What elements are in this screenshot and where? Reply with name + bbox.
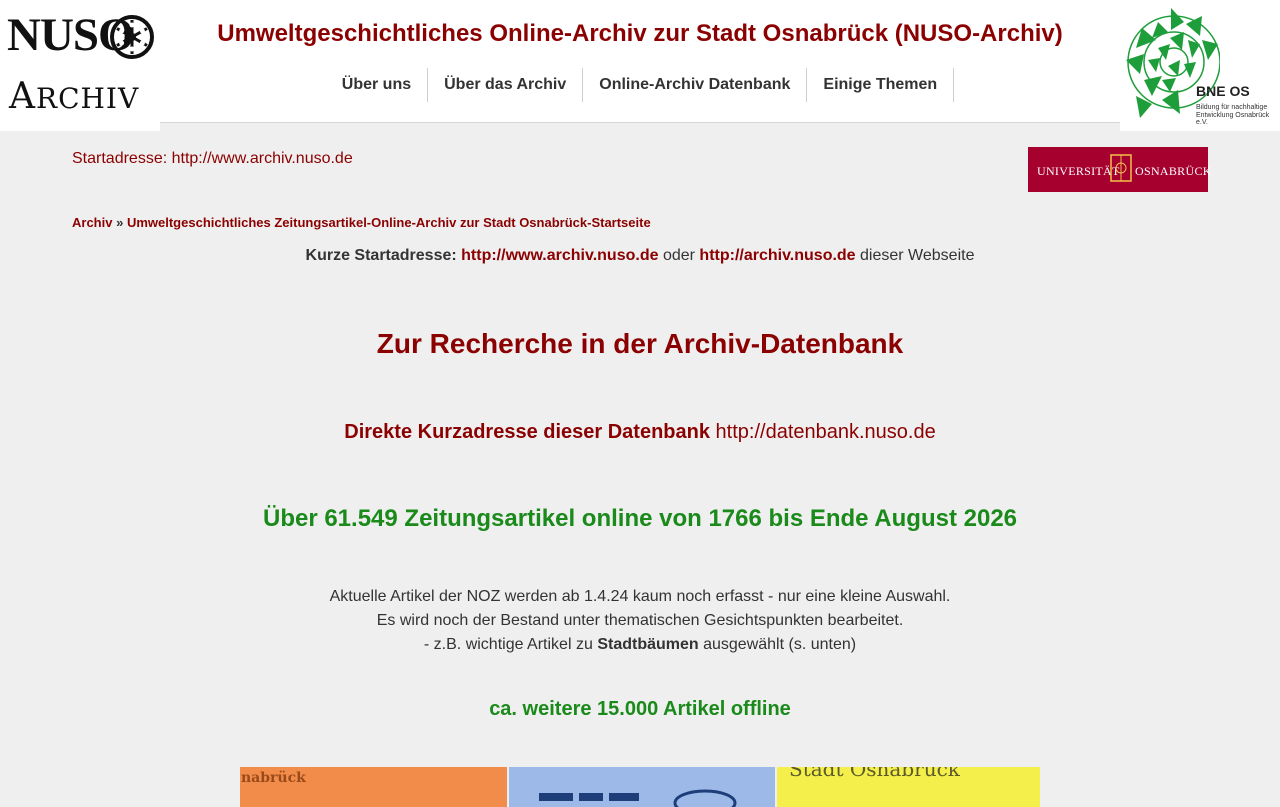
- article-count-headline: Über 61.549 Zeitungsartikel online von 1…: [262, 505, 1018, 532]
- osnabrueck-wheel-icon: [110, 15, 154, 59]
- direct-address-line: Direkte Kurzadresse dieser Datenbank htt…: [0, 421, 1280, 444]
- offline-count: ca. weitere 15.000 Artikel offline: [489, 698, 791, 720]
- notes-line-3-bold: Stadtbäumen: [597, 636, 699, 653]
- header-bar: Umweltgeschichtliches Online-Archiv zur …: [160, 0, 1120, 123]
- breadcrumb-separator: »: [116, 215, 124, 230]
- notes-line-3-post: ausgewählt (s. unten): [703, 636, 857, 653]
- bne-os-logo[interactable]: BNE OS Bildung für nachhaltige Entwicklu…: [1120, 0, 1280, 131]
- university-osnabrueck-logo[interactable]: UNIVERSITÄT OSNABRÜCK: [1028, 147, 1211, 192]
- breadcrumb: Archiv » Umweltgeschichtliches Zeitungsa…: [72, 215, 651, 230]
- bne-os-subtitle: Bildung für nachhaltige Entwicklung Osna…: [1196, 104, 1270, 126]
- breadcrumb-root-link[interactable]: Archiv: [72, 215, 112, 230]
- archive-notes: Aktuelle Artikel der NOZ werden ab 1.4.2…: [0, 585, 1280, 657]
- collage-tile-blue[interactable]: [509, 767, 775, 807]
- short-address-link-www[interactable]: http://www.archiv.nuso.de: [461, 247, 658, 264]
- notes-line-3-pre: - z.B. wichtige Artikel zu: [423, 636, 593, 653]
- short-address-suffix: dieser Webseite: [860, 247, 975, 264]
- bne-os-title: BNE OS: [1196, 83, 1250, 99]
- main-nav: Über uns Über das Archiv Online-Archiv Dat…: [160, 68, 1120, 102]
- short-address-link-archiv[interactable]: http://archiv.nuso.de: [699, 247, 855, 264]
- clipping-graphic-icon: [539, 789, 737, 807]
- direct-address-label: Direkte Kurzadresse dieser Datenbank: [344, 421, 710, 443]
- short-address-or: oder: [662, 247, 695, 264]
- short-address-line: Kurze Startadresse: http://www.archiv.nu…: [0, 247, 1280, 265]
- notes-line-1: Aktuelle Artikel der NOZ werden ab 1.4.2…: [329, 588, 951, 605]
- collage-tile-1-text: nabrück: [241, 770, 306, 786]
- logo-archiv-text: ARCHIV: [9, 77, 139, 119]
- uni-logo-right-text: OSNABRÜCK: [1135, 164, 1212, 178]
- logo-archiv-initial: A: [9, 76, 36, 117]
- logo-archiv-rest: RCHIV: [36, 82, 140, 115]
- notes-line-2: Es wird noch der Bestand unter thematisc…: [376, 612, 904, 629]
- collage-tile-orange[interactable]: nabrück: [240, 767, 507, 807]
- site-title: Umweltgeschichtliches Online-Archiv zur …: [217, 20, 1063, 47]
- nav-item-online-archiv-datenbank[interactable]: Online-Archiv Datenbank: [583, 68, 808, 102]
- nuso-archiv-logo[interactable]: NUSO ARCHIV: [0, 0, 160, 131]
- collage-tile-3-text: Stadt Osnabrück: [789, 767, 960, 781]
- short-address-label: Kurze Startadresse:: [305, 247, 457, 264]
- article-collage: nabrück Stadt Osnabrück: [240, 767, 1040, 807]
- nav-item-einige-themen[interactable]: Einige Themen: [807, 68, 955, 102]
- notes-line-3: - z.B. wichtige Artikel zu Stadtbäumen a…: [0, 633, 1280, 657]
- collage-tile-yellow[interactable]: Stadt Osnabrück: [777, 767, 1040, 807]
- uni-emblem-icon: [1110, 154, 1132, 182]
- nav-item-ueber-uns[interactable]: Über uns: [326, 68, 429, 102]
- breadcrumb-current-link[interactable]: Umweltgeschichtliches Zeitungsartikel-On…: [127, 215, 651, 230]
- start-address-link[interactable]: Startadresse: http://www.archiv.nuso.de: [72, 150, 353, 168]
- site-header: NUSO ARCHIV Umweltgeschichtliches Online…: [0, 0, 1280, 131]
- nav-item-ueber-das-archiv[interactable]: Über das Archiv: [428, 68, 584, 102]
- research-heading: Zur Recherche in der Archiv-Datenbank: [0, 328, 1280, 360]
- research-database-link[interactable]: Zur Recherche in der Archiv-Datenbank: [377, 328, 903, 359]
- direct-address-link[interactable]: http://datenbank.nuso.de: [716, 421, 936, 443]
